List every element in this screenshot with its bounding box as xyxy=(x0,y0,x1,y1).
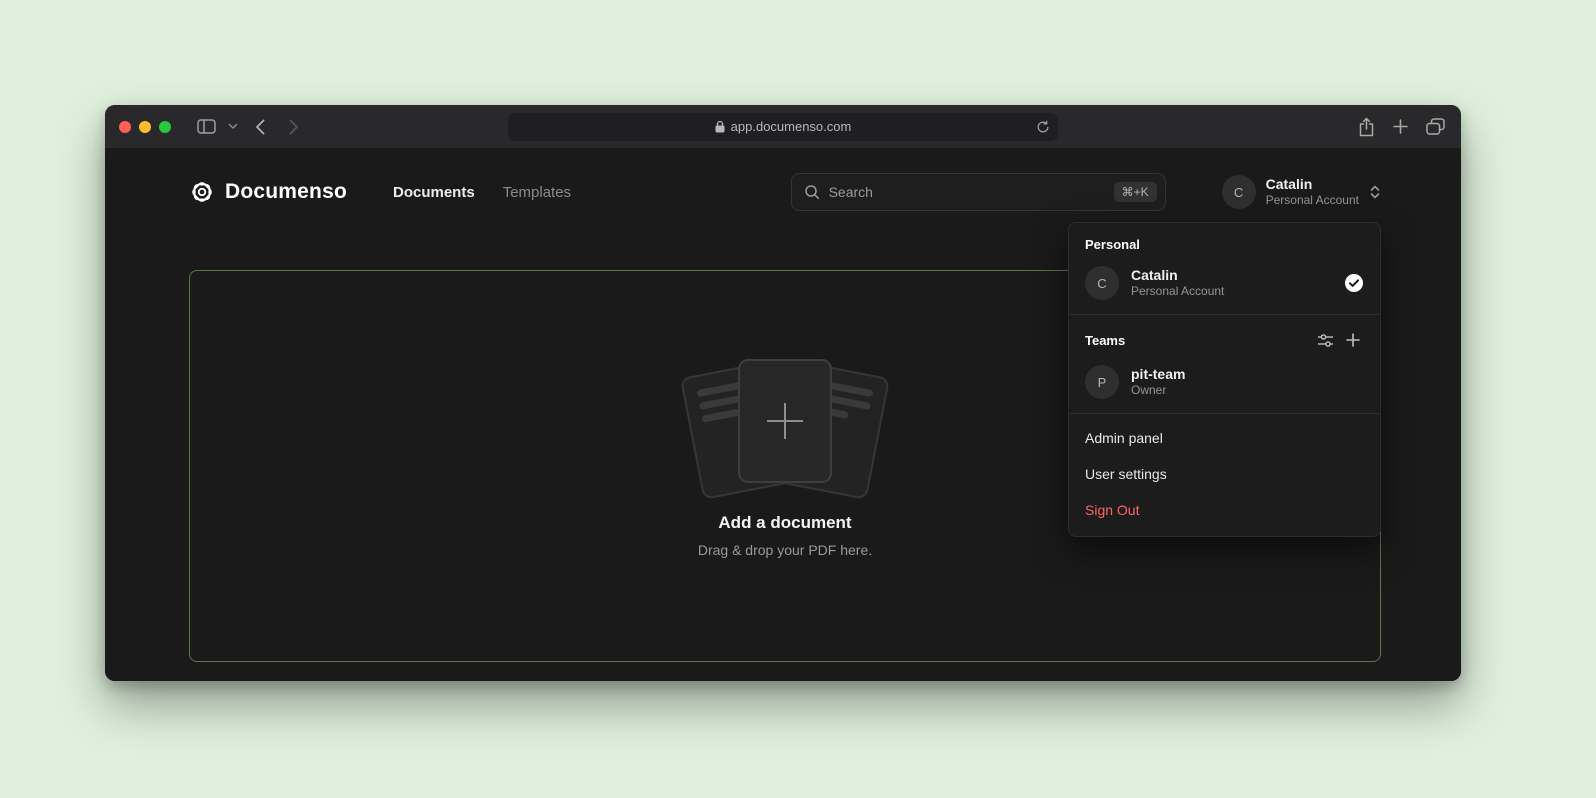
dropzone-title: Add a document xyxy=(718,513,851,533)
document-stack-illustration xyxy=(670,349,900,499)
personal-account-name: Catalin xyxy=(1131,267,1224,285)
search-icon xyxy=(804,184,820,200)
divider xyxy=(1069,314,1380,315)
avatar: P xyxy=(1085,365,1119,399)
search-bar[interactable]: ⌘+K xyxy=(791,173,1166,211)
nav-templates[interactable]: Templates xyxy=(503,184,571,201)
personal-account-type: Personal Account xyxy=(1131,284,1224,299)
lock-icon xyxy=(715,120,725,133)
account-dropdown-menu: Personal C Catalin Personal Account Team… xyxy=(1068,222,1381,537)
account-name: Catalin xyxy=(1266,176,1359,194)
account-type: Personal Account xyxy=(1266,193,1359,208)
browser-titlebar: app.documenso.com xyxy=(105,105,1461,148)
sidebar-menu-chevron-icon[interactable] xyxy=(225,114,241,140)
menu-item-admin-panel[interactable]: Admin panel xyxy=(1069,420,1380,456)
dropzone-subtitle: Drag & drop your PDF here. xyxy=(698,542,872,558)
minimize-window-button[interactable] xyxy=(139,121,151,133)
traffic-lights xyxy=(119,121,171,133)
browser-window: app.documenso.com xyxy=(105,105,1461,681)
team-role: Owner xyxy=(1131,383,1185,398)
search-shortcut-badge: ⌘+K xyxy=(1114,182,1157,202)
documenso-logo-icon xyxy=(189,179,215,205)
menu-item-sign-out[interactable]: Sign Out xyxy=(1069,492,1380,528)
address-url: app.documenso.com xyxy=(731,119,852,134)
tab-overview-icon[interactable] xyxy=(1426,118,1445,135)
titlebar-right-icons xyxy=(1358,105,1445,148)
titlebar-nav-icons xyxy=(191,114,309,140)
document-card-center xyxy=(738,359,832,483)
personal-section-label: Personal xyxy=(1069,229,1380,258)
teams-section-label: Teams xyxy=(1069,321,1380,357)
selected-check-icon xyxy=(1344,273,1364,293)
account-menu-trigger[interactable]: C Catalin Personal Account xyxy=(1222,175,1381,209)
share-icon[interactable] xyxy=(1358,117,1375,137)
reload-icon[interactable] xyxy=(1036,120,1050,137)
menu-item-user-settings[interactable]: User settings xyxy=(1069,456,1380,492)
team-name: pit-team xyxy=(1131,366,1185,384)
brand[interactable]: Documenso xyxy=(189,179,347,205)
chevron-up-down-icon xyxy=(1369,184,1381,200)
close-window-button[interactable] xyxy=(119,121,131,133)
documenso-app: Documenso Documents Templates ⌘+K C Cata… xyxy=(105,148,1461,681)
add-team-icon[interactable] xyxy=(1342,329,1364,351)
address-bar[interactable]: app.documenso.com xyxy=(508,113,1058,141)
team-item[interactable]: P pit-team Owner xyxy=(1069,357,1380,411)
divider xyxy=(1069,413,1380,414)
manage-teams-icon[interactable] xyxy=(1314,329,1336,351)
brand-name: Documenso xyxy=(225,180,347,204)
avatar: C xyxy=(1222,175,1256,209)
new-tab-icon[interactable] xyxy=(1393,119,1408,134)
avatar: C xyxy=(1085,266,1119,300)
search-input[interactable] xyxy=(829,184,1105,200)
back-icon[interactable] xyxy=(245,114,275,140)
main-nav: Documents Templates xyxy=(393,184,571,201)
nav-documents[interactable]: Documents xyxy=(393,184,475,201)
forward-icon[interactable] xyxy=(279,114,309,140)
sidebar-toggle-icon[interactable] xyxy=(191,114,221,140)
plus-icon xyxy=(767,403,803,439)
zoom-window-button[interactable] xyxy=(159,121,171,133)
personal-account-item[interactable]: C Catalin Personal Account xyxy=(1069,258,1380,312)
